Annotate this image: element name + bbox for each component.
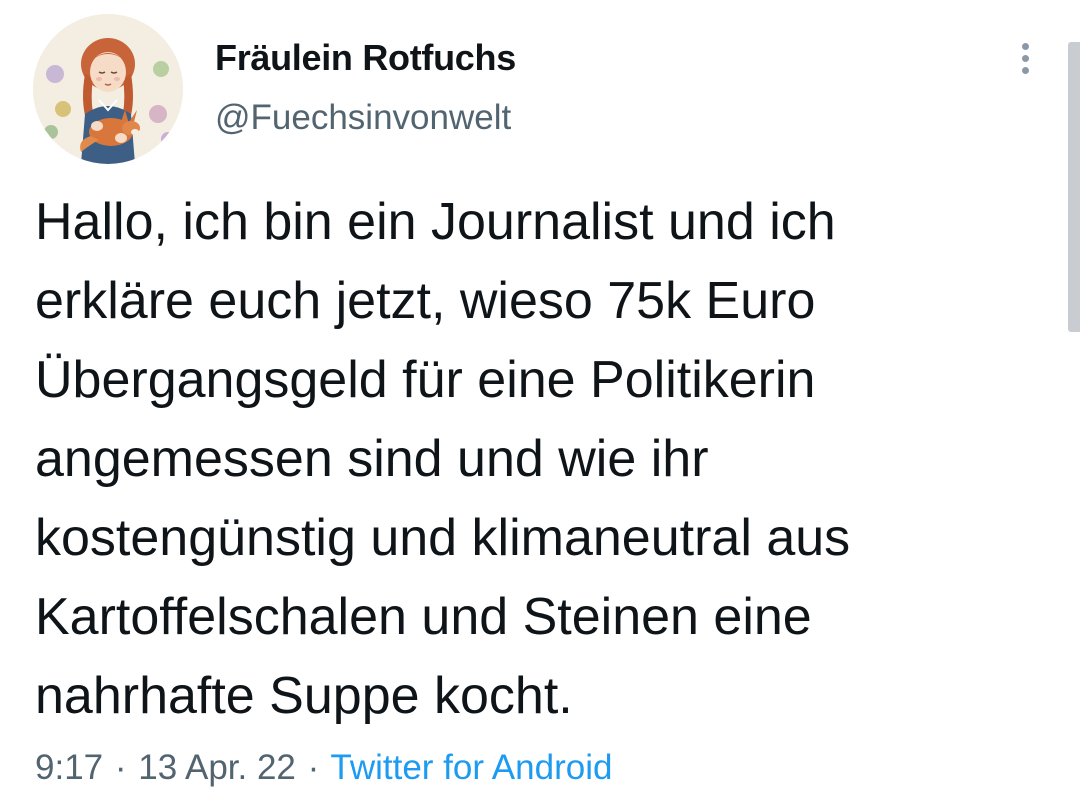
tweet-date[interactable]: 13 Apr. 22 xyxy=(138,748,296,787)
author-handle[interactable]: @Fuechsinvonwelt xyxy=(215,98,511,138)
tweet-text-line: erkläre euch jetzt, wieso 75k Euro xyxy=(35,272,816,330)
tweet-text-line: Kartoffelschalen und Steinen eine xyxy=(35,588,812,646)
tweet-text-line: Übergangsgeld für eine Politikerin xyxy=(35,351,816,409)
tweet-time[interactable]: 9:17 xyxy=(35,748,103,787)
avatar[interactable] xyxy=(33,14,183,164)
tweet-meta: 9:17 · 13 Apr. 22 · Twitter for Android xyxy=(35,748,612,788)
tweet-text-line: angemessen sind und wie ihr xyxy=(35,430,709,488)
author-display-name[interactable]: Fräulein Rotfuchs xyxy=(215,37,516,79)
tweet-text-line: kostengünstig und klimaneutral aus xyxy=(35,509,851,567)
more-vertical-icon xyxy=(1021,42,1029,50)
more-vertical-icon-dot xyxy=(1021,54,1029,62)
tweet-text: Hallo, ich bin ein Journalist und ich er… xyxy=(35,183,1045,736)
tweet-text-line: Hallo, ich bin ein Journalist und ich xyxy=(35,193,836,251)
scrollbar[interactable] xyxy=(1068,42,1080,332)
tweet-source-link[interactable]: Twitter for Android xyxy=(330,748,612,787)
tweet-text-line: nahrhafte Suppe kocht. xyxy=(35,667,573,725)
more-vertical-icon-dot xyxy=(1021,66,1029,74)
meta-separator: · xyxy=(307,748,320,787)
meta-separator: · xyxy=(114,748,127,787)
tweet: Fräulein Rotfuchs @Fuechsinvonwelt Hallo… xyxy=(0,0,1080,812)
avatar-illustration-icon xyxy=(33,14,183,164)
more-options-button[interactable] xyxy=(1006,36,1044,80)
